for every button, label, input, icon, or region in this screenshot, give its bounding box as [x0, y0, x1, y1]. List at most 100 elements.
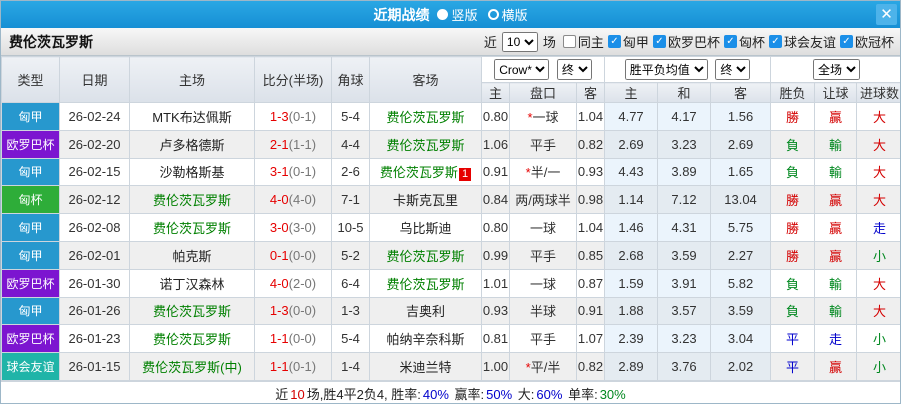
win-loss-result: 勝 — [770, 240, 816, 270]
eu-stage-select[interactable]: 终 — [715, 59, 751, 80]
goals-result: 小 — [856, 352, 900, 381]
table-row: 球会友谊 26-01-15 费伦茨瓦罗斯(中) 1-1(0-1) 1-4 米迪兰… — [1, 352, 900, 381]
away-team-name: 费伦茨瓦罗斯 — [386, 109, 465, 125]
corner-score: 5-4 — [331, 324, 370, 354]
table-row: 匈甲 26-02-08 费伦茨瓦罗斯 3-0(3-0) 10-5 乌比斯迪 0.… — [1, 213, 900, 242]
league-filter-checkbox[interactable]: ✓ 匈杯 — [723, 32, 765, 51]
eu-away-odds: 13.04 — [710, 185, 772, 215]
half-time-score: (0-1) — [288, 108, 317, 124]
checkbox-icon[interactable]: ✓ — [768, 35, 782, 48]
away-team-cell: 帕纳辛奈科斯 — [369, 324, 482, 354]
win-loss-result: 平 — [770, 324, 816, 354]
ah-away-odds: 0.91 — [575, 296, 606, 326]
score-cell: 0-1(0-0) — [254, 240, 332, 270]
full-time-score: 4-0 — [269, 275, 289, 291]
ah-away-odds: 0.85 — [575, 240, 606, 270]
eu-odds-type-select[interactable]: 胜平负均值 — [624, 59, 708, 80]
ah-home-odds: 1.06 — [481, 129, 510, 159]
league-filter-checkbox[interactable]: ✓ 欧冠杯 — [839, 32, 894, 51]
summary-segment: 场,胜4平2负4, 胜率: — [306, 386, 421, 402]
radio-horizontal-label: 横版 — [501, 8, 528, 23]
summary-segment: 赢率: — [450, 386, 485, 402]
eu-home-odds: 1.14 — [604, 185, 659, 215]
league-type-badge: 欧罗巴杯 — [1, 129, 60, 159]
filter-controls: 近 10 场 同主 ✓ 匈甲 ✓ 欧罗巴杯 ✓ 匈杯 ✓ 球会友谊 ✓ 欧冠杯 — [484, 31, 894, 52]
summary-segment: 近 — [275, 386, 289, 402]
corner-score: 1-3 — [331, 296, 370, 326]
score-cell: 3-0(3-0) — [254, 213, 332, 242]
handicap-result: 輸 — [814, 296, 858, 326]
corner-score: 1-4 — [331, 352, 370, 381]
ah-stage-select[interactable]: 终 — [556, 59, 592, 80]
checkbox-icon[interactable]: ✓ — [723, 35, 737, 48]
half-time-score: (0-0) — [288, 331, 317, 347]
results-table: 类型 日期 主场 比分(半场) 角球 客场 Crow* 终 胜平负均值 终 全场 — [1, 56, 900, 381]
ah-dropdown-cell: Crow* 终 — [480, 56, 606, 83]
home-team-name: 帕克斯 — [172, 248, 212, 264]
ah-home-odds: 1.01 — [481, 268, 510, 298]
eu-away-odds: 2.02 — [710, 352, 772, 381]
table-row: 匈甲 26-02-01 帕克斯 0-1(0-0) 5-2 费伦茨瓦罗斯 0.99… — [1, 240, 900, 270]
recent-count-select[interactable]: 10 — [501, 31, 538, 52]
checkbox-icon[interactable]: ✓ — [607, 35, 621, 48]
away-team-cell: 吉奥利 — [369, 296, 482, 326]
subheader-winloss: 胜负 — [770, 82, 816, 103]
summary-segment: 50% — [486, 386, 513, 402]
league-filter-checkbox[interactable]: 同主 — [562, 32, 604, 51]
full-time-score: 4-0 — [269, 192, 289, 208]
league-filter-checkbox[interactable]: ✓ 欧罗巴杯 — [652, 32, 720, 51]
score-cell: 4-0(4-0) — [254, 185, 332, 215]
half-time-score: (0-1) — [288, 359, 317, 375]
win-loss-result: 負 — [770, 129, 816, 159]
table-row: 匈甲 26-02-24 MTK布达佩斯 1-3(0-1) 5-4 费伦茨瓦罗斯 … — [1, 102, 900, 131]
league-filter-checkbox[interactable]: ✓ 匈甲 — [607, 32, 649, 51]
table-row: 匈甲 26-02-15 沙勒格斯基 3-1(0-1) 2-6 费伦茨瓦罗斯 1 0… — [1, 157, 900, 187]
eu-draw-odds: 7.12 — [657, 185, 712, 215]
eu-draw-odds: 3.91 — [657, 268, 712, 298]
checkbox-icon[interactable]: ✓ — [839, 35, 853, 48]
handicap-line: 一球 — [532, 109, 559, 125]
handicap-result: 贏 — [814, 213, 858, 242]
close-icon[interactable]: ✕ — [876, 4, 897, 25]
half-time-score: (0-1) — [288, 164, 317, 180]
full-time-score: 2-1 — [269, 136, 289, 152]
score-cell: 1-3(0-1) — [254, 102, 332, 131]
handicap-cell: 平手 — [509, 240, 577, 270]
radio-vertical-label: 竖版 — [451, 8, 478, 23]
win-loss-result: 負 — [770, 268, 816, 298]
away-team-name: 费伦茨瓦罗斯 — [386, 248, 465, 264]
radio-selected-icon[interactable] — [437, 9, 449, 20]
radio-vertical-option[interactable]: 竖版 — [437, 5, 478, 24]
match-date: 26-01-26 — [59, 296, 130, 326]
scope-select[interactable]: 全场 — [813, 59, 861, 80]
bookmaker-select[interactable]: Crow* — [494, 59, 550, 80]
subheader-goals: 进球数 — [856, 82, 900, 103]
eu-home-odds: 4.43 — [604, 157, 659, 187]
home-team-cell: 费伦茨瓦罗斯 — [129, 185, 255, 215]
table-row: 匈甲 26-01-26 费伦茨瓦罗斯 1-3(0-0) 1-3 吉奥利 0.93… — [1, 296, 900, 326]
match-date: 26-02-08 — [59, 213, 130, 242]
checkbox-icon[interactable] — [562, 35, 576, 48]
ah-away-odds: 0.82 — [575, 352, 606, 381]
games-label: 场 — [542, 35, 556, 50]
radio-unselected-icon[interactable] — [487, 9, 499, 20]
full-time-score: 1-1 — [269, 359, 289, 375]
eu-draw-odds: 3.59 — [657, 240, 712, 270]
recent-results-popup: 近期战绩 竖版 横版 ✕ 费伦茨瓦罗斯 近 10 场 同主 ✓ 匈甲 ✓ 欧罗巴… — [0, 0, 901, 404]
away-team-cell: 费伦茨瓦罗斯 1 — [369, 157, 482, 187]
league-type-badge: 匈甲 — [1, 296, 60, 326]
col-header-date: 日期 — [59, 56, 130, 103]
radio-horizontal-option[interactable]: 横版 — [487, 5, 528, 24]
away-team-cell: 卡斯克瓦里 — [369, 185, 482, 215]
eu-draw-odds: 4.17 — [657, 102, 712, 131]
league-filter-checkbox[interactable]: ✓ 球会友谊 — [768, 32, 836, 51]
filter-bar: 费伦茨瓦罗斯 近 10 场 同主 ✓ 匈甲 ✓ 欧罗巴杯 ✓ 匈杯 ✓ 球会友谊… — [1, 28, 900, 56]
ah-home-odds: 0.80 — [481, 102, 510, 131]
corner-score: 5-2 — [331, 240, 370, 270]
col-header-home: 主场 — [129, 56, 255, 103]
home-team-name: 费伦茨瓦罗斯 — [152, 193, 231, 209]
subheader-eu-away: 客 — [710, 82, 772, 103]
goals-result: 大 — [856, 296, 900, 326]
checkbox-icon[interactable]: ✓ — [652, 35, 666, 48]
full-time-score: 3-1 — [269, 164, 289, 180]
